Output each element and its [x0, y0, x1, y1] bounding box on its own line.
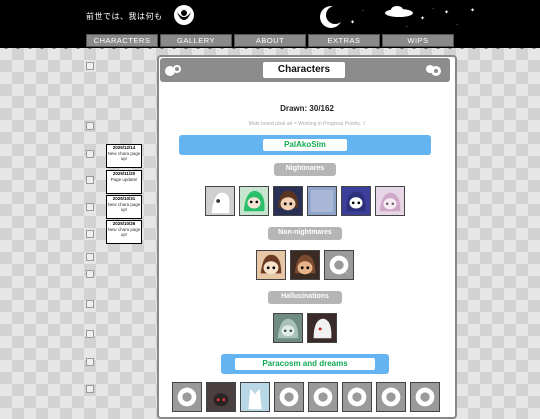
char-portrait[interactable]: [410, 382, 440, 412]
broken-image-icon[interactable]: [86, 176, 94, 184]
char-portrait[interactable]: [307, 186, 337, 216]
char-portrait[interactable]: [256, 250, 286, 280]
news-text: New chara page up!: [107, 226, 141, 238]
char-portrait[interactable]: [342, 382, 372, 412]
news-item[interactable]: 2025/10/31 New chara page up!: [106, 195, 142, 219]
broken-image-icon[interactable]: [86, 122, 94, 130]
char-portrait[interactable]: [172, 382, 202, 412]
panel-title: Characters: [263, 62, 345, 78]
char-portrait[interactable]: [324, 250, 354, 280]
char-portrait[interactable]: [274, 382, 304, 412]
nav-wips[interactable]: WIPS: [382, 34, 454, 47]
nav-extras[interactable]: EXTRAS: [308, 34, 380, 47]
char-portrait[interactable]: [239, 186, 269, 216]
broken-image-icon[interactable]: [86, 385, 94, 393]
cloud-icon: [385, 6, 413, 17]
drawn-count: Drawn: 30/162: [280, 104, 334, 113]
speech-bubble-icon: [165, 65, 181, 76]
char-portrait[interactable]: [205, 186, 235, 216]
panel-subtitle: Mute toned pixel art = Working in Progre…: [248, 121, 366, 127]
pill-hallucinations[interactable]: Hallucinations: [268, 291, 342, 304]
nav-about[interactable]: ABOUT: [234, 34, 306, 47]
broken-image-icon[interactable]: [86, 62, 94, 70]
moon-icon: [320, 6, 344, 28]
site-title: 前世では、我は何も: [86, 12, 163, 21]
char-portrait[interactable]: [206, 382, 236, 412]
news-item[interactable]: 2025/11/20 Page update!: [106, 170, 142, 194]
news-text: New chara page up!: [107, 150, 141, 162]
char-portrait[interactable]: [376, 382, 406, 412]
section-palakosim: PalAkoSim: [179, 135, 431, 155]
char-portrait[interactable]: [273, 186, 303, 216]
broken-image-icon[interactable]: [86, 230, 94, 238]
broken-image-icon[interactable]: [86, 203, 94, 211]
pill-nightmares[interactable]: Nightmares: [274, 163, 336, 176]
nav-gallery[interactable]: GALLERY: [160, 34, 232, 47]
char-portrait[interactable]: [273, 313, 303, 343]
news-text: New chara page up!: [107, 201, 141, 213]
pill-non-nightmares[interactable]: Non-nightmares: [268, 227, 342, 240]
section-paracosm: Paracosm and dreams: [221, 354, 389, 374]
char-portrait[interactable]: [341, 186, 371, 216]
site-header: 前世では、我は何も ✦ · ✦ · ✦ · ✦ ·: [0, 0, 540, 34]
section-paracosm-label[interactable]: Paracosm and dreams: [235, 358, 375, 370]
broken-image-icon[interactable]: [86, 330, 94, 338]
char-portrait[interactable]: [308, 382, 338, 412]
broken-image-icon[interactable]: [86, 300, 94, 308]
broken-image-icon[interactable]: [86, 270, 94, 278]
eye-emblem-icon: [174, 5, 194, 25]
char-portrait[interactable]: [375, 186, 405, 216]
broken-image-icon[interactable]: [86, 150, 94, 158]
news-item[interactable]: 2025/10/26 New chara page up!: [106, 220, 142, 244]
news-item[interactable]: 2025/12/14 New chara page up!: [106, 144, 142, 168]
char-portrait[interactable]: [240, 382, 270, 412]
broken-image-icon[interactable]: [86, 253, 94, 261]
section-palakosim-label[interactable]: PalAkoSim: [263, 139, 347, 151]
broken-image-icon[interactable]: [86, 358, 94, 366]
nav-characters[interactable]: CHARACTERS: [86, 34, 158, 47]
char-portrait[interactable]: [290, 250, 320, 280]
char-portrait[interactable]: [307, 313, 337, 343]
news-text: Page update!: [110, 176, 138, 182]
speech-bubble-icon: [426, 65, 441, 76]
